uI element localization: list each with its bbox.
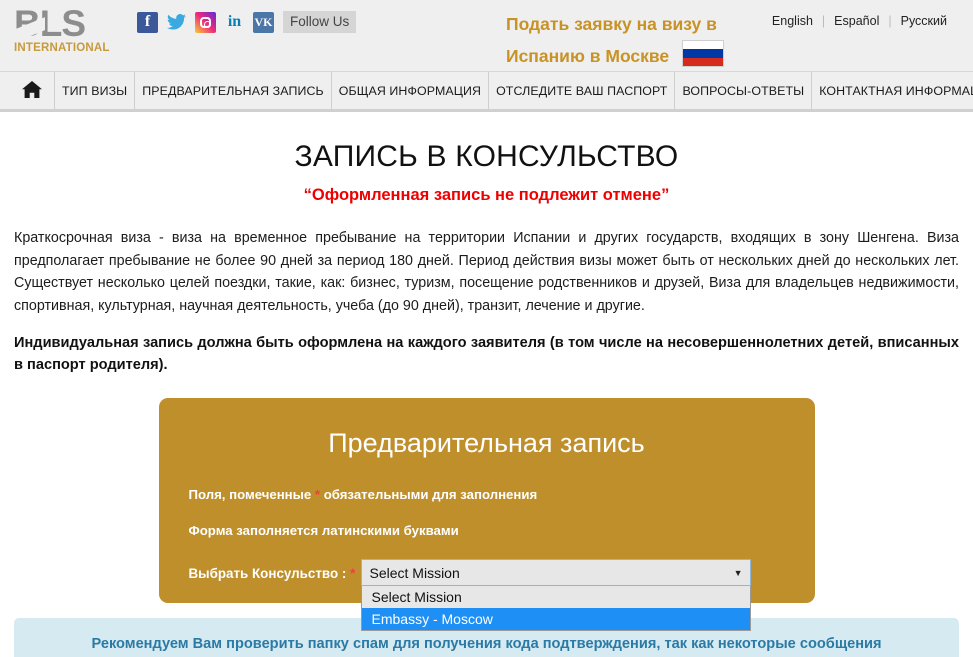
intro-paragraph: Краткосрочная виза - виза на временное п… [14,230,959,314]
nav-item-track-passport[interactable]: ОТСЛЕДИТЕ ВАШ ПАСПОРТ [488,72,674,109]
header-title-line1: Подать заявку на визу в [506,14,717,34]
appointment-form-panel: Предварительная запись Поля, помеченные … [158,398,815,631]
lang-espanol[interactable]: Español [825,14,888,28]
linkedin-icon[interactable]: in [224,12,245,33]
bls-logo[interactable]: BLS INTERNATIONAL [14,5,118,56]
page-root: BLS INTERNATIONAL f in VK Follow Us Пода… [0,0,973,657]
main-content: ЗАПИСЬ В КОНСУЛЬСТВО “Оформленная запись… [0,140,973,631]
social-links: f in VK Follow Us [137,11,357,33]
language-switcher: English | Español | Русский [763,14,956,28]
notice-paragraph: Индивидуальная запись должна быть оформл… [14,335,959,373]
mission-select[interactable]: Select Mission ▼ [360,559,751,586]
chevron-down-icon: ▼ [733,567,743,578]
required-fields-note: Поля, помеченные * обязательными для зап… [189,487,785,502]
instagram-icon[interactable] [195,11,216,33]
russia-flag-icon [682,40,725,67]
required-note-after: обязательными для заполнения [320,487,538,502]
vk-icon[interactable]: VK [253,11,274,33]
home-icon [22,80,42,101]
mission-field-row: Выбрать Консульство : * Select Mission ▼… [189,559,785,631]
lang-english[interactable]: English [763,14,822,28]
logo-text: BLS [14,5,118,42]
mission-select-wrapper: Select Mission ▼ Select Mission Embassy … [360,559,751,631]
nav-item-home[interactable] [14,72,54,109]
lang-russian[interactable]: Русский [892,14,956,28]
form-title: Предварительная запись [328,428,645,458]
nav-item-appointment[interactable]: ПРЕДВАРИТЕЛЬНАЯ ЗАПИСЬ [134,72,331,109]
nav-item-visa-type[interactable]: ТИП ВИЗЫ [54,72,134,109]
mission-label-text: Выбрать Консульство : [188,566,351,581]
mission-field-label: Выбрать Консульство : * [189,559,361,581]
required-note-before: Поля, помеченные [188,487,315,502]
follow-us-label[interactable]: Follow Us [283,11,357,33]
header-title-line2-wrap: Испанию в Москве [506,40,756,72]
nav-item-faq[interactable]: ВОПРОСЫ-ОТВЕТЫ [674,72,811,109]
twitter-icon[interactable] [166,12,187,33]
header-title: Подать заявку на визу в Испанию в Москве [506,8,756,72]
page-title: ЗАПИСЬ В КОНСУЛЬСТВО [294,140,679,173]
mission-option-embassy-moscow[interactable]: Embassy - Moscow [361,608,750,630]
mission-option-select-mission[interactable]: Select Mission [362,586,750,608]
main-navigation: ТИП ВИЗЫ ПРЕДВАРИТЕЛЬНАЯ ЗАПИСЬ ОБЩАЯ ИН… [0,72,973,112]
mission-select-value: Select Mission [369,564,460,581]
header-title-line2: Испанию в Москве [506,46,670,66]
nav-item-contact-info[interactable]: КОНТАКТНАЯ ИНФОРМАЦИЯ [811,72,973,109]
site-header: BLS INTERNATIONAL f in VK Follow Us Пода… [0,0,973,72]
page-subtitle: “Оформленная запись не подлежит отмене” [303,186,670,204]
nav-item-general-info[interactable]: ОБЩАЯ ИНФОРМАЦИЯ [330,72,488,109]
latin-letters-note: Форма заполняется латинскими буквами [188,523,459,538]
mission-required-asterisk: * [350,566,356,581]
mission-select-options: Select Mission Embassy - Moscow [360,586,751,631]
facebook-icon[interactable]: f [137,11,158,33]
